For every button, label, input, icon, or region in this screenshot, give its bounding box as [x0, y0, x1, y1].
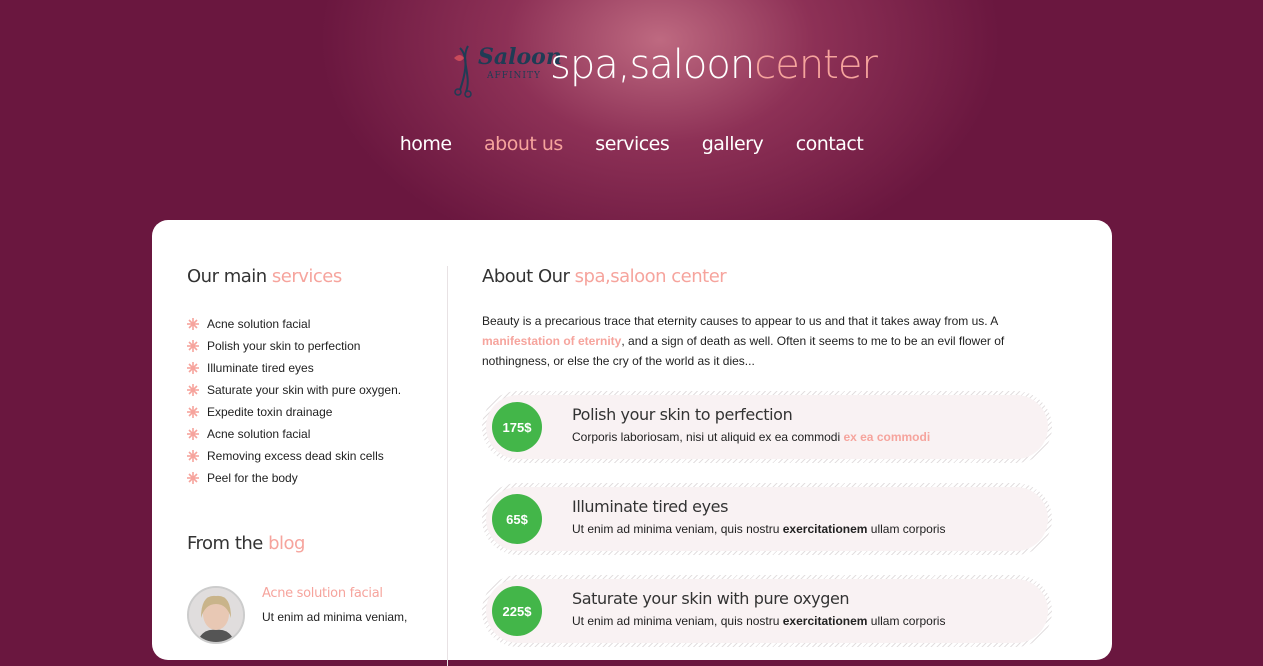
content-panel: Our main services Acne solution facial P… — [152, 220, 1112, 666]
services-heading: Our main services — [187, 266, 342, 287]
tagline-main: spa,saloon — [550, 42, 755, 88]
price-item-title: Illuminate tired eyes — [572, 497, 729, 516]
about-heading: About Our spa,saloon center — [482, 266, 727, 287]
column-divider — [447, 266, 448, 666]
person-portrait-icon — [189, 588, 243, 642]
list-item[interactable]: Polish your skin to perfection — [187, 335, 427, 357]
list-item[interactable]: Peel for the body — [187, 467, 427, 489]
flower-bullet-icon — [187, 318, 199, 330]
sidebar: Our main services Acne solution facial P… — [187, 266, 427, 666]
price-item-title: Polish your skin to perfection — [572, 405, 793, 424]
flower-bullet-icon — [187, 450, 199, 462]
nav-gallery[interactable]: gallery — [702, 133, 764, 155]
list-item[interactable]: Removing excess dead skin cells — [187, 445, 427, 467]
tagline-accent: center — [754, 42, 878, 88]
nav-home[interactable]: home — [400, 133, 452, 155]
nav-about-us[interactable]: about us — [484, 133, 563, 155]
intro-link[interactable]: manifestation of eternity — [482, 334, 621, 348]
price-badge: 65$ — [492, 494, 542, 544]
list-item[interactable]: Expedite toxin drainage — [187, 401, 427, 423]
list-item[interactable]: Acne solution facial — [187, 313, 427, 335]
blog-post[interactable]: Acne solution facial Ut enim ad minima v… — [187, 586, 427, 666]
logo-sub: AFFINITY — [487, 71, 541, 81]
blog-post-excerpt: Ut enim ad minima veniam, — [262, 610, 408, 624]
services-list: Acne solution facial Polish your skin to… — [187, 313, 427, 489]
flower-bullet-icon — [187, 472, 199, 484]
price-badge: 225$ — [492, 586, 542, 636]
nav-services[interactable]: services — [595, 133, 669, 155]
price-item[interactable]: 225$ Saturate your skin with pure oxygen… — [482, 575, 1052, 647]
blog-heading: From the blog — [187, 533, 305, 554]
intro-paragraph: Beauty is a precarious trace that eterni… — [482, 314, 1005, 368]
main-nav: home about us services gallery contact — [0, 133, 1263, 155]
price-item[interactable]: 175$ Polish your skin to perfection Corp… — [482, 391, 1052, 463]
flower-bullet-icon — [187, 362, 199, 374]
site-tagline: spa,salooncenter — [550, 42, 878, 88]
price-item-title: Saturate your skin with pure oxygen — [572, 589, 850, 608]
flower-bullet-icon — [187, 428, 199, 440]
price-item-desc: Corporis laboriosam, nisi ut aliquid ex … — [572, 430, 931, 444]
flower-bullet-icon — [187, 406, 199, 418]
list-item[interactable]: Acne solution facial — [187, 423, 427, 445]
price-badge: 175$ — [492, 402, 542, 452]
flower-bullet-icon — [187, 340, 199, 352]
list-item[interactable]: Saturate your skin with pure oxygen. — [187, 379, 427, 401]
price-item[interactable]: 65$ Illuminate tired eyes Ut enim ad min… — [482, 483, 1052, 555]
blog-post-title[interactable]: Acne solution facial — [262, 586, 383, 601]
main-content: About Our spa,saloon center Beauty is a … — [482, 266, 1052, 647]
price-item-desc: Ut enim ad minima veniam, quis nostru ex… — [572, 614, 946, 628]
flower-bullet-icon — [187, 384, 199, 396]
avatar — [187, 586, 245, 644]
list-item[interactable]: Illuminate tired eyes — [187, 357, 427, 379]
price-item-desc: Ut enim ad minima veniam, quis nostru ex… — [572, 522, 946, 536]
nav-contact[interactable]: contact — [796, 133, 864, 155]
